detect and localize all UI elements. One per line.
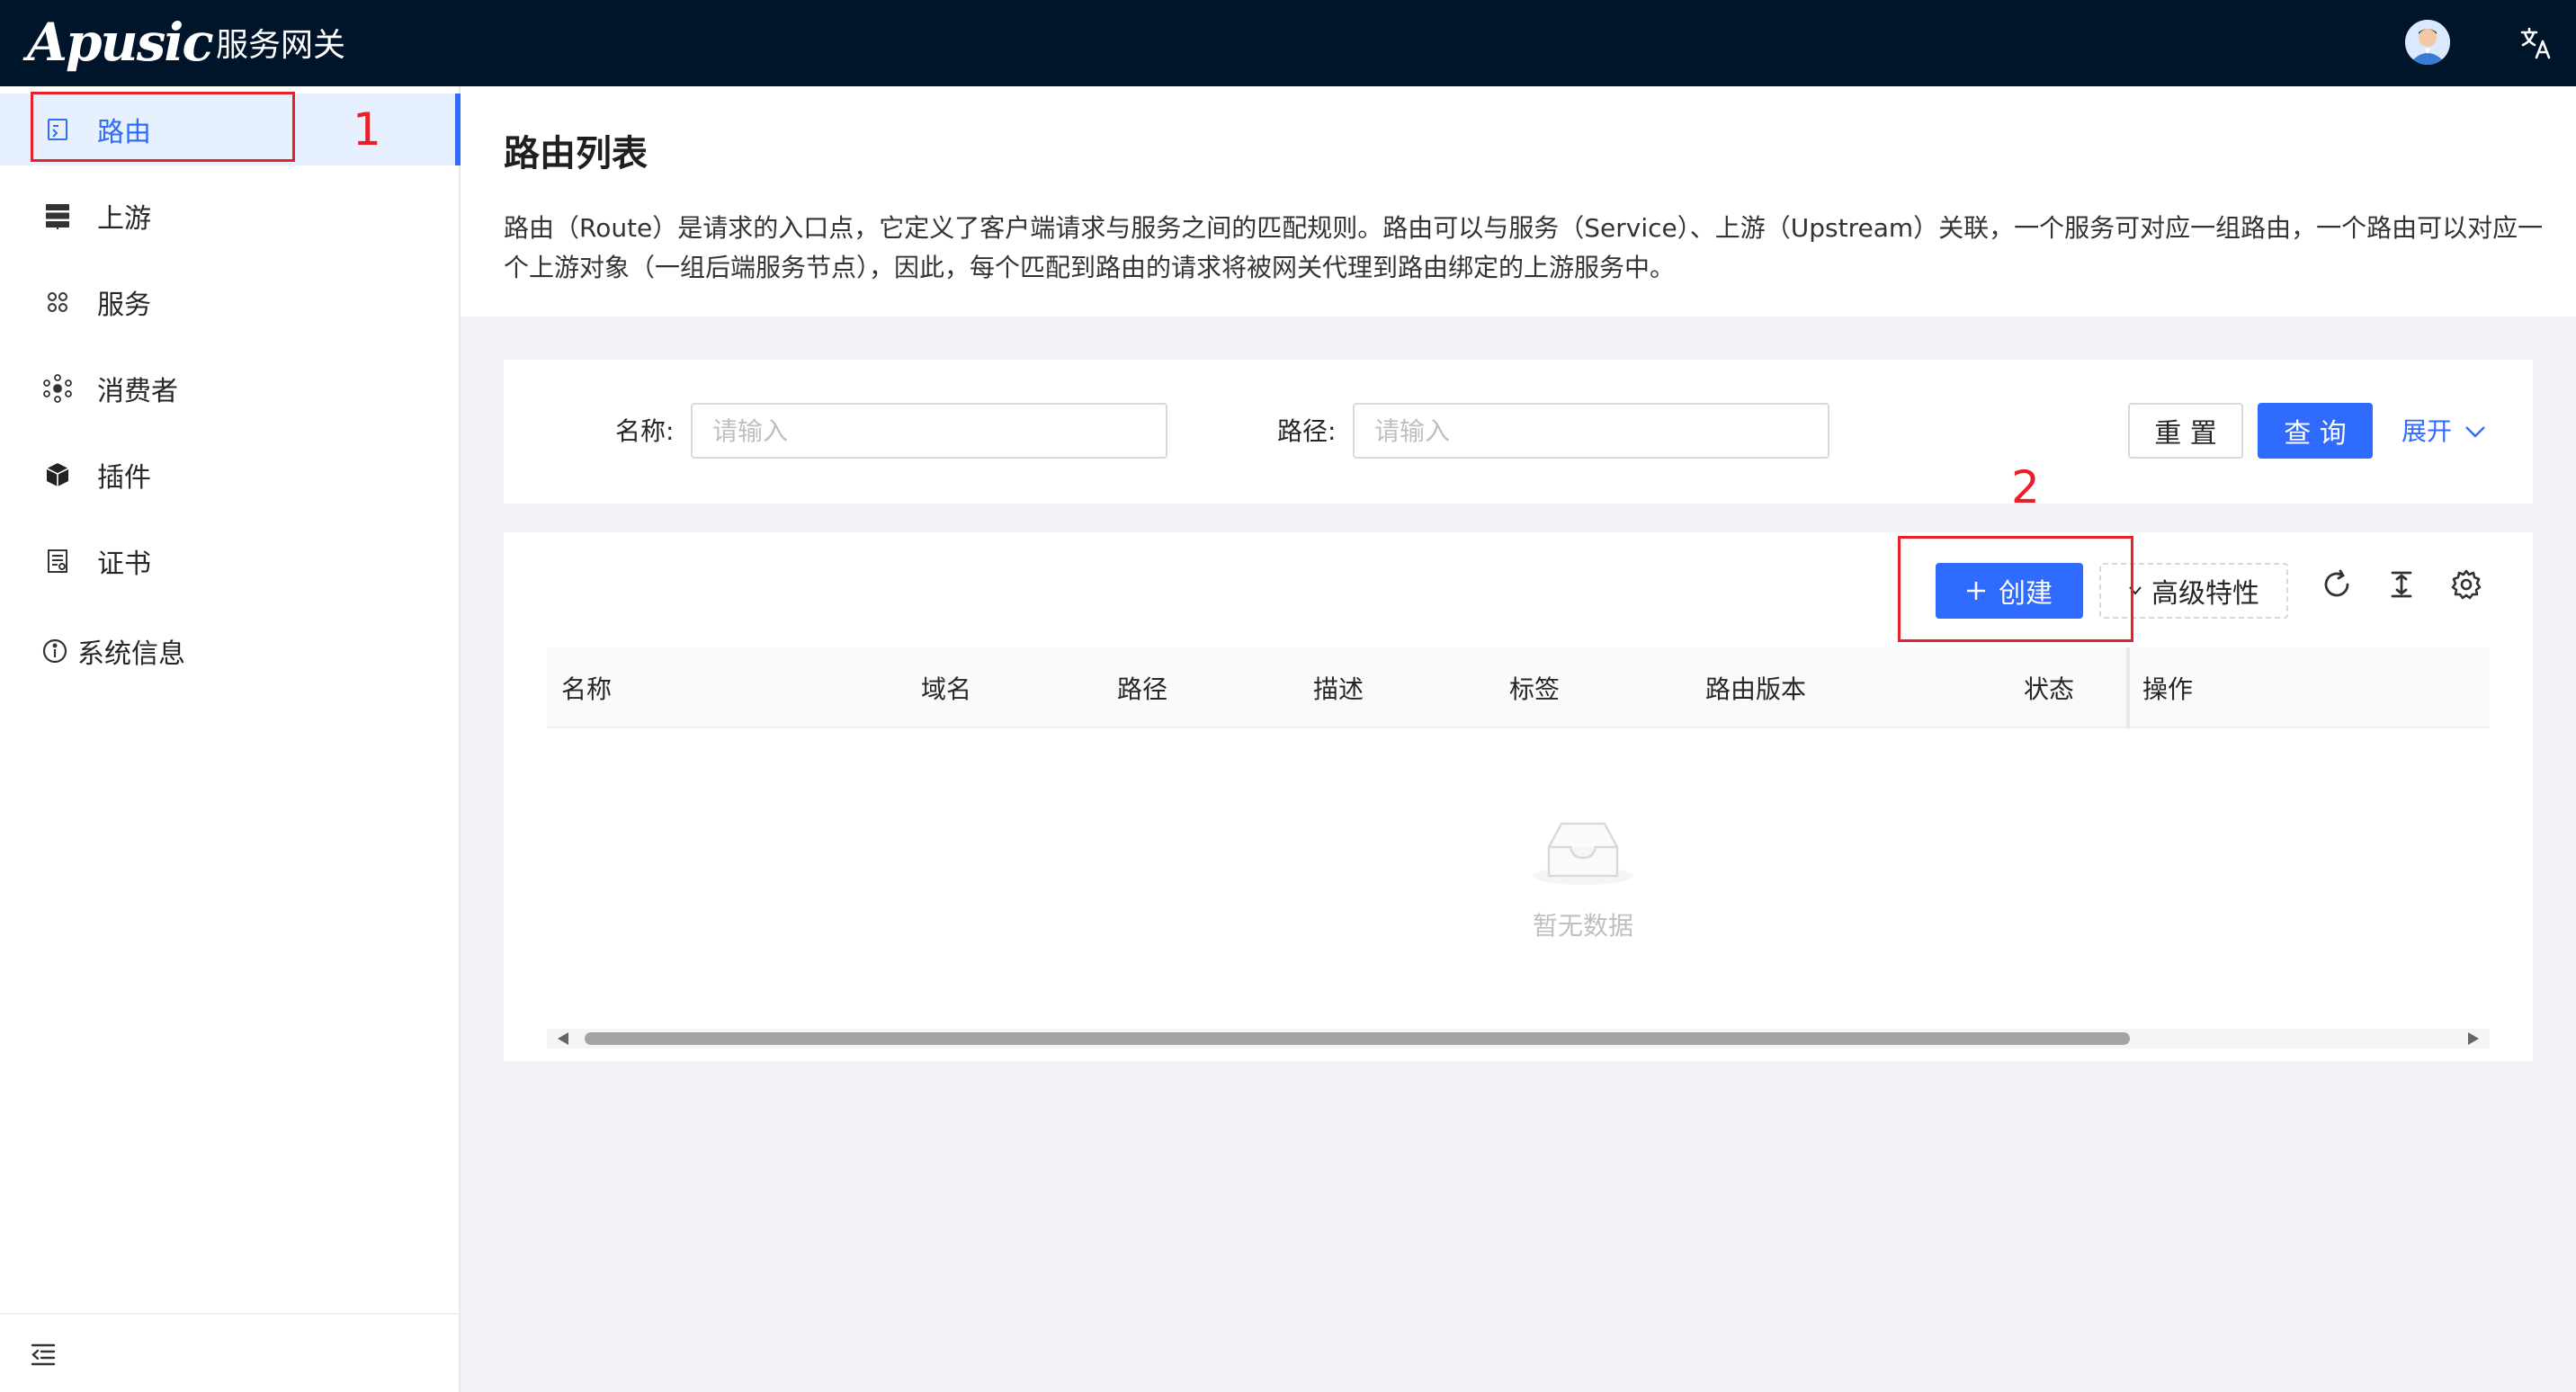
column-header-labels[interactable]: 标签 [1509,647,1560,728]
sidebar-item-service[interactable]: 服务 [0,266,461,338]
route-table-card: 创建 高级特性 名称 域名 路径 描述 标签 路由版本 状态 操作 暂无数据 [504,532,2533,1061]
table-header: 名称 域名 路径 描述 标签 路由版本 状态 操作 [547,647,2490,728]
page-description: 路由（Route）是请求的入口点，它定义了客户端请求与服务之间的匹配规则。路由可… [504,213,2544,282]
sidebar-item-label: 插件 [97,462,151,494]
app-logo: Apusic [27,12,214,73]
sidebar-item-label: 证书 [97,549,151,580]
sidebar-item-system-info[interactable]: 系统信息 [41,631,185,671]
path-input[interactable] [1353,403,1829,459]
app-title: 服务网关 [216,27,346,64]
column-header-name[interactable]: 名称 [561,647,612,728]
sidebar-item-label: 上游 [97,203,151,235]
annotation-box-1 [31,92,295,162]
plugin-icon [43,460,72,489]
server-icon [43,201,72,230]
column-header-host[interactable]: 域名 [921,647,971,728]
scroll-right-icon[interactable] [2468,1032,2479,1045]
page-title: 路由列表 [504,133,648,174]
consumer-icon [43,374,72,403]
chevron-down-icon [2464,424,2486,439]
column-header-actions[interactable]: 操作 [2126,647,2193,728]
sidebar-item-consumer[interactable]: 消费者 [0,352,461,424]
sidebar-item-certificate[interactable]: 证书 [0,525,461,597]
name-label: 名称: [615,416,675,446]
menu-fold-icon[interactable] [29,1340,58,1369]
query-button[interactable]: 查 询 [2258,403,2373,459]
sidebar-footer [0,1313,459,1392]
service-icon [43,288,72,317]
column-header-status[interactable]: 状态 [2024,647,2074,728]
user-avatar-icon[interactable] [2405,20,2450,65]
annotation-number-1: 1 [353,103,381,156]
scroll-left-icon[interactable] [558,1032,568,1045]
sidebar-item-label: 消费者 [97,376,178,407]
top-header: Apusic 服务网关 [0,0,2576,86]
certificate-icon [43,547,72,576]
scrollbar-thumb[interactable] [585,1032,2130,1045]
column-header-route-version[interactable]: 路由版本 [1705,647,1806,728]
system-info-label: 系统信息 [77,638,185,670]
annotation-box-2 [1898,536,2133,642]
settings-icon[interactable] [2450,568,2482,601]
empty-inbox-icon [1529,811,1637,890]
column-height-icon[interactable] [2385,568,2418,601]
page-header: 路由列表 路由（Route）是请求的入口点，它定义了客户端请求与服务之间的匹配规… [461,86,2576,317]
expand-toggle[interactable]: 展开 [2402,415,2486,448]
annotation-number-2: 2 [2011,461,2040,513]
search-form: 名称: 路径: 重 置 查 询 展开 [504,360,2533,504]
info-icon [41,638,68,665]
path-label: 路径: [1277,416,1337,446]
empty-text: 暂无数据 [1532,911,1633,941]
translate-icon[interactable] [2518,25,2554,61]
column-header-description[interactable]: 描述 [1313,647,1364,728]
sidebar-item-label: 服务 [97,290,151,321]
sidebar-item-plugin[interactable]: 插件 [0,439,461,511]
name-input[interactable] [691,403,1167,459]
reset-button[interactable]: 重 置 [2128,403,2243,459]
expand-label: 展开 [2402,416,2453,446]
sidebar-item-upstream[interactable]: 上游 [0,180,461,252]
advanced-features-label: 高级特性 [2151,578,2259,610]
column-header-path[interactable]: 路径 [1117,647,1167,728]
horizontal-scrollbar[interactable] [547,1029,2490,1048]
reload-icon[interactable] [2321,568,2353,601]
sidebar: 路由 上游 服务 消费者 插件 证书 系统信息 [0,86,461,1392]
